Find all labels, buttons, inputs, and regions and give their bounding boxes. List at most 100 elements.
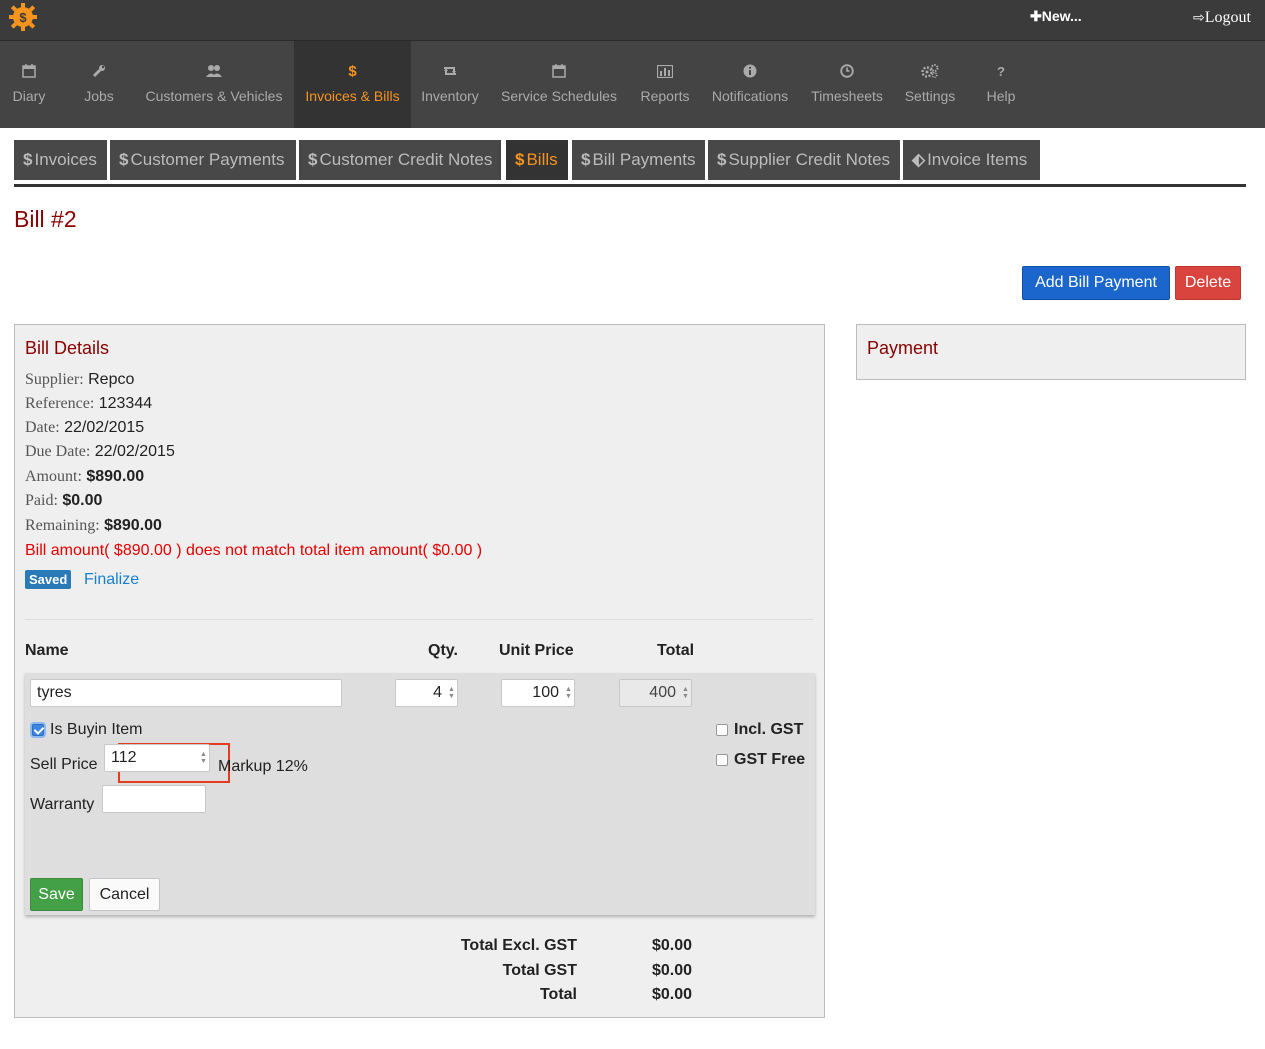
nav-item-notifications[interactable]: Notifications — [706, 41, 794, 128]
paid-value: $0.00 — [62, 492, 103, 509]
svg-text:$: $ — [19, 10, 27, 25]
spinner-icon[interactable]: ▲ ▼ — [448, 686, 455, 700]
total-value: $0.00 — [652, 986, 693, 1003]
logout-button[interactable]: ⇨Logout — [1193, 9, 1251, 27]
tab-invoices[interactable]: $ Invoices — [14, 140, 107, 180]
total-value: 400 — [649, 684, 676, 701]
amount-mismatch-warning: Bill amount( $890.00 ) does not match to… — [25, 542, 483, 559]
unit-price-value: 100 — [532, 684, 559, 701]
dollar-icon: $ — [581, 150, 591, 169]
retweet-icon — [415, 63, 485, 79]
nav-item-diary[interactable]: Diary — [0, 41, 58, 128]
is-buyin-checkbox[interactable] — [32, 724, 44, 736]
supplier-value: Repco — [88, 371, 135, 388]
date-label: Date: — [25, 419, 60, 436]
divider — [25, 619, 813, 620]
nav-item-settings[interactable]: Settings — [900, 41, 960, 128]
sell-price-input[interactable]: 112 ▲ ▼ — [104, 744, 210, 772]
calendar-icon — [495, 63, 623, 79]
finalize-link[interactable]: Finalize — [84, 571, 139, 589]
remaining-label: Remaining: — [25, 517, 100, 534]
sub-tabs: $ Invoices $ Customer Payments $ Customer C… — [14, 140, 1246, 187]
date-row: Date: 22/02/2015 — [25, 419, 144, 437]
dollar-icon: $ — [717, 150, 727, 169]
spinner-icon: ▲ ▼ — [682, 686, 689, 700]
amount-value: $890.00 — [86, 468, 145, 485]
bill-details-panel: Bill Details Supplier: Repco Reference: … — [14, 324, 825, 1018]
bill-details-heading: Bill Details — [25, 338, 110, 358]
payment-panel: Payment — [856, 324, 1246, 380]
nav-item-invoices-bills[interactable]: $ Invoices & Bills — [294, 41, 411, 128]
qty-value: 4 — [433, 684, 442, 701]
col-header-total: Total — [657, 642, 695, 659]
paid-row: Paid: $0.00 — [25, 492, 102, 510]
cancel-button[interactable]: Cancel — [89, 878, 160, 911]
unit-price-stepper[interactable]: 100 ▲ ▼ — [501, 679, 575, 707]
incl-gst-label: Incl. GST — [734, 721, 804, 738]
top-bar: $ ✚New... ⇨Logout — [0, 0, 1265, 40]
calendar-icon — [0, 63, 58, 79]
date-value: 22/02/2015 — [64, 419, 145, 436]
tab-invoice-items[interactable]: ⬖ Invoice Items — [903, 140, 1040, 180]
remaining-row: Remaining: $890.00 — [25, 517, 162, 535]
dollar-icon: $ — [23, 150, 33, 169]
nav-item-timesheets[interactable]: Timesheets — [805, 41, 889, 128]
total-excl-gst-value: $0.00 — [652, 937, 693, 954]
amount-row: Amount: $890.00 — [25, 468, 144, 486]
delete-button[interactable]: Delete — [1175, 266, 1241, 300]
due-date-label: Due Date: — [25, 443, 91, 460]
remaining-value: $890.00 — [104, 517, 162, 534]
incl-gst-checkbox[interactable] — [716, 724, 728, 736]
tab-bill-payments[interactable]: $ Bill Payments — [572, 140, 705, 180]
bar-chart-icon — [634, 63, 696, 79]
gst-free-label: GST Free — [734, 751, 806, 768]
nav-item-inventory[interactable]: Inventory — [415, 41, 485, 128]
dollar-icon: $ — [515, 150, 525, 169]
sell-price-label: Sell Price — [30, 756, 98, 773]
info-icon — [706, 63, 794, 79]
tab-customer-payments[interactable]: $ Customer Payments — [110, 140, 296, 180]
logout-icon: ⇨ — [1193, 10, 1205, 26]
new-menu-button[interactable]: ✚New... — [1030, 8, 1082, 25]
supplier-label: Supplier: — [25, 371, 84, 388]
reference-row: Reference: 123344 — [25, 395, 152, 413]
app-logo-icon[interactable]: $ — [8, 2, 40, 32]
spinner-icon[interactable]: ▲ ▼ — [200, 751, 207, 765]
save-button[interactable]: Save — [30, 878, 83, 911]
nav-item-jobs[interactable]: Jobs — [70, 41, 128, 128]
warranty-label: Warranty — [30, 796, 95, 813]
nav-item-customers-vehicles[interactable]: Customers & Vehicles — [138, 41, 290, 128]
status-badge: Saved — [25, 570, 72, 589]
col-header-qty: Qty. — [428, 642, 458, 659]
total-gst-label: Total GST — [502, 962, 577, 979]
tab-bills[interactable]: $ Bills — [506, 140, 568, 180]
spinner-icon[interactable]: ▲ ▼ — [565, 686, 572, 700]
warranty-input[interactable] — [102, 785, 206, 813]
nav-item-help[interactable]: ? Help — [976, 41, 1026, 128]
question-icon: ? — [997, 63, 1005, 79]
col-header-name: Name — [25, 642, 69, 659]
tab-customer-credit-notes[interactable]: $ Customer Credit Notes — [299, 140, 501, 180]
due-date-row: Due Date: 22/02/2015 — [25, 443, 175, 461]
add-bill-payment-button[interactable]: Add Bill Payment — [1022, 266, 1170, 300]
total-label: Total — [539, 986, 577, 1003]
item-edit-form: tyres 4 ▲ ▼ 100 ▲ ▼ 400 ▲ ▼ Is Buyin Item I… — [25, 673, 815, 915]
is-buyin-label: Is Buyin Item — [50, 721, 143, 738]
supplier-row: Supplier: Repco — [25, 371, 134, 389]
markup-link[interactable]: Markup 12% — [218, 758, 308, 776]
tab-supplier-credit-notes[interactable]: $ Supplier Credit Notes — [708, 140, 900, 180]
tag-icon: ⬖ — [912, 150, 926, 169]
plus-icon: ✚ — [1030, 8, 1042, 24]
total-stepper: 400 ▲ ▼ — [619, 679, 692, 707]
users-icon — [138, 63, 290, 79]
wrench-icon — [70, 63, 128, 79]
item-name-input[interactable]: tyres — [30, 679, 342, 707]
nav-item-reports[interactable]: Reports — [634, 41, 696, 128]
gst-free-checkbox[interactable] — [716, 754, 728, 766]
reference-value: 123344 — [98, 395, 153, 412]
col-header-unit-price: Unit Price — [499, 642, 574, 659]
nav-item-service-schedules[interactable]: Service Schedules — [495, 41, 623, 128]
qty-stepper[interactable]: 4 ▲ ▼ — [395, 679, 458, 707]
dollar-icon: $ — [119, 150, 129, 169]
reference-label: Reference: — [25, 395, 95, 412]
